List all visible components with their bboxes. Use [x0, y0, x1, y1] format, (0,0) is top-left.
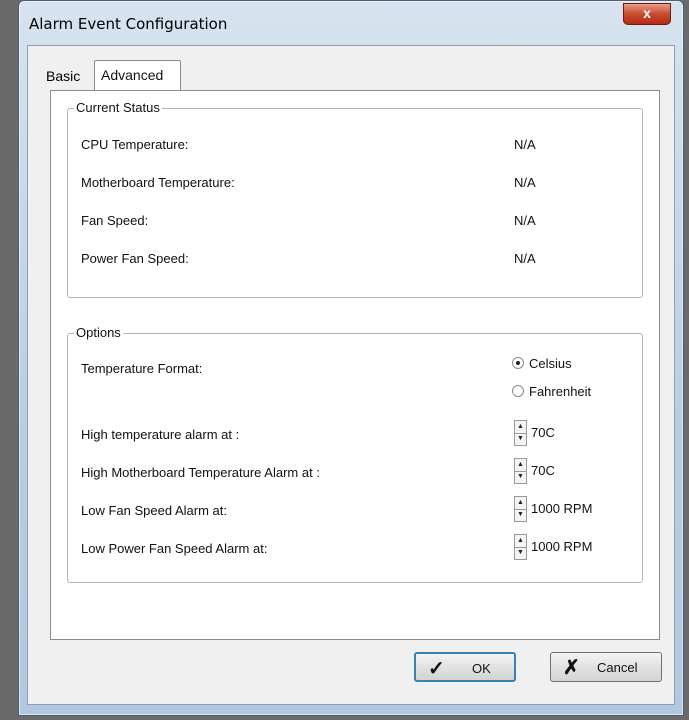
- power-fan-speed-value: N/A: [514, 251, 536, 266]
- radio-fahrenheit[interactable]: Fahrenheit: [512, 384, 591, 400]
- high-temp-alarm-label: High temperature alarm at :: [81, 427, 240, 442]
- options-title: Options: [74, 325, 123, 340]
- window-title: Alarm Event Configuration: [29, 15, 228, 33]
- low-power-fan-speed-alarm-value: 1000 RPM: [531, 539, 593, 554]
- cpu-temperature-label: CPU Temperature:: [81, 137, 189, 152]
- cancel-button[interactable]: ✗ Cancel: [550, 652, 662, 682]
- low-fan-speed-spinner[interactable]: ▲ ▼: [514, 496, 527, 522]
- spin-down-icon[interactable]: ▼: [515, 509, 526, 521]
- dialog-client-area: Basic Advanced Current Status CPU Temper…: [27, 45, 675, 705]
- current-status-title: Current Status: [74, 100, 162, 115]
- title-bar[interactable]: Alarm Event Configuration x: [19, 1, 683, 45]
- high-mb-temp-alarm-value: 70C: [531, 463, 555, 478]
- dialog-window: Alarm Event Configuration x Basic Advanc…: [18, 0, 684, 716]
- radio-celsius-label: Celsius: [529, 356, 572, 371]
- low-fan-speed-alarm-value: 1000 RPM: [531, 501, 593, 516]
- close-button[interactable]: x: [623, 3, 671, 25]
- current-status-group: Current Status CPU Temperature: N/A Moth…: [67, 100, 643, 298]
- tab-advanced[interactable]: Advanced: [94, 60, 181, 91]
- radio-celsius-indicator[interactable]: [512, 357, 524, 369]
- temperature-format-label: Temperature Format:: [81, 361, 203, 376]
- radio-fahrenheit-indicator[interactable]: [512, 385, 524, 397]
- tab-basic[interactable]: Basic: [40, 62, 92, 90]
- motherboard-temperature-value: N/A: [514, 175, 536, 190]
- radio-fahrenheit-label: Fahrenheit: [529, 384, 592, 399]
- ok-button[interactable]: ✓ OK: [414, 652, 516, 682]
- radio-celsius[interactable]: Celsius: [512, 356, 572, 372]
- x-icon: ✗: [563, 657, 580, 679]
- low-power-fan-speed-spinner[interactable]: ▲ ▼: [514, 534, 527, 560]
- motherboard-temperature-label: Motherboard Temperature:: [81, 175, 235, 190]
- low-power-fan-speed-alarm-label: Low Power Fan Speed Alarm at:: [81, 541, 268, 556]
- spin-down-icon[interactable]: ▼: [515, 471, 526, 483]
- high-mb-temp-spinner[interactable]: ▲ ▼: [514, 458, 527, 484]
- options-group: Options Temperature Format: Celsius Fahr…: [67, 325, 643, 583]
- spin-down-icon[interactable]: ▼: [515, 433, 526, 445]
- ok-button-label: OK: [472, 661, 491, 676]
- cancel-button-label: Cancel: [597, 660, 638, 675]
- close-icon: x: [643, 5, 651, 21]
- fan-speed-label: Fan Speed:: [81, 213, 149, 228]
- high-temp-spinner[interactable]: ▲ ▼: [514, 420, 527, 446]
- power-fan-speed-label: Power Fan Speed:: [81, 251, 189, 266]
- advanced-tab-panel: Current Status CPU Temperature: N/A Moth…: [50, 90, 660, 640]
- low-fan-speed-alarm-label: Low Fan Speed Alarm at:: [81, 503, 227, 518]
- high-mb-temp-alarm-label: High Motherboard Temperature Alarm at :: [81, 465, 320, 480]
- spin-down-icon[interactable]: ▼: [515, 547, 526, 559]
- fan-speed-value: N/A: [514, 213, 536, 228]
- high-temp-alarm-value: 70C: [531, 425, 555, 440]
- cpu-temperature-value: N/A: [514, 137, 536, 152]
- checkmark-icon: ✓: [428, 658, 445, 680]
